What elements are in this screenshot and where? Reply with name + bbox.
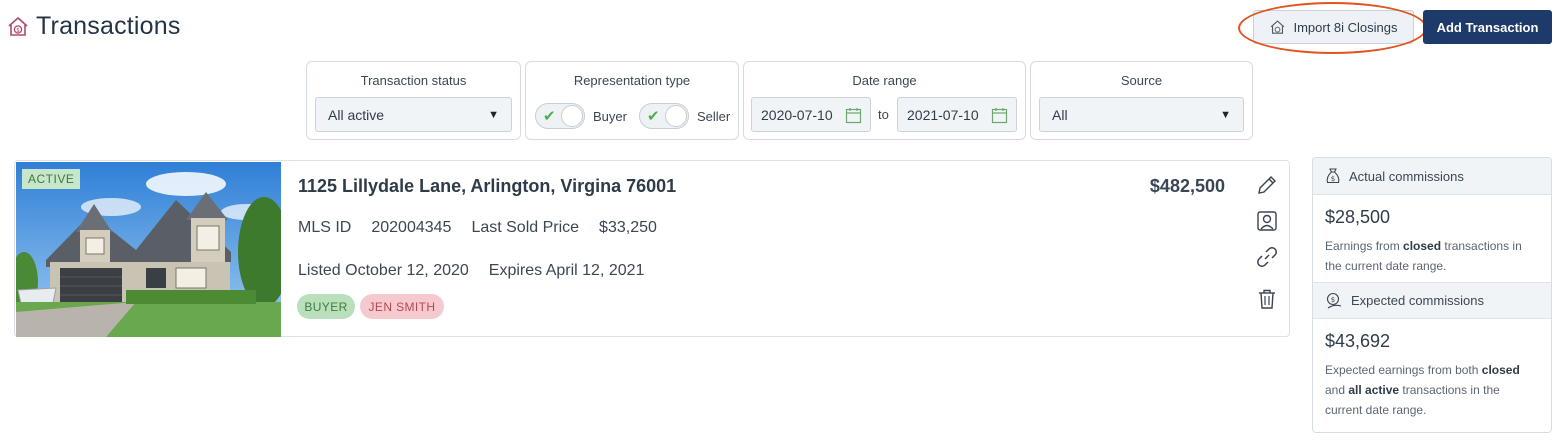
transaction-status-label: Transaction status — [360, 73, 467, 88]
trash-icon[interactable] — [1255, 287, 1279, 311]
source-filter: Source All ▼ — [1030, 61, 1253, 140]
actual-commissions-description: Earnings from closed transactions in the… — [1313, 228, 1551, 282]
house-dollar-icon: $ — [8, 16, 28, 36]
date-to-input[interactable]: 2021-07-10 — [897, 97, 1017, 132]
mls-label: MLS ID — [298, 219, 352, 236]
caret-down-icon: ▼ — [488, 109, 499, 121]
listed-date: Listed October 12, 2020 — [298, 262, 469, 279]
expected-commissions-description: Expected earnings from both closed and a… — [1313, 352, 1551, 420]
desc-text: Expected earnings from both — [1325, 363, 1482, 377]
add-transaction-button[interactable]: Add Transaction — [1423, 10, 1552, 44]
link-icon[interactable] — [1255, 245, 1279, 269]
last-sold-label: Last Sold Price — [471, 219, 580, 236]
transaction-status-filter: Transaction status All active ▼ — [306, 61, 521, 140]
source-label: Source — [1120, 73, 1163, 88]
actual-commissions-header: $ Actual commissions — [1313, 158, 1551, 195]
agent-chip: JEN SMITH — [360, 294, 444, 319]
toggle-knob — [561, 105, 583, 127]
date-from-value: 2020-07-10 — [761, 106, 833, 123]
caret-down-icon: ▼ — [1220, 109, 1231, 121]
desc-text: and — [1325, 383, 1349, 397]
import-closings-button[interactable]: Import 8i Closings — [1253, 10, 1414, 44]
date-range-filter: Date range 2020-07-10 to 2021-07-10 — [743, 61, 1026, 140]
seller-toggle-label: Seller — [697, 108, 731, 124]
property-price: $482,500 — [1149, 176, 1225, 196]
date-to-value: 2021-07-10 — [907, 106, 979, 123]
buyer-toggle-group: ✔ Buyer — [535, 103, 627, 129]
expected-commissions-header: $ Expected commissions — [1313, 282, 1551, 319]
desc-bold: all active — [1348, 383, 1400, 397]
actual-commissions-title: Actual commissions — [1349, 168, 1464, 184]
mls-id: 202004345 — [371, 219, 452, 236]
expected-commissions-amount: $43,692 — [1325, 331, 1391, 351]
actual-commissions-amount: $28,500 — [1325, 207, 1391, 227]
desc-bold: closed — [1481, 363, 1520, 377]
page-title: Transactions — [36, 12, 181, 40]
expected-commissions-title: Expected commissions — [1351, 293, 1484, 308]
check-icon: ✔ — [647, 108, 660, 125]
date-to-separator: to — [878, 107, 889, 122]
page-header: $ Transactions — [6, 12, 181, 41]
buyer-toggle[interactable]: ✔ — [535, 103, 585, 129]
money-bag-icon: $ — [1326, 168, 1340, 184]
expires-date: Expires April 12, 2021 — [488, 262, 645, 279]
edit-pencil-icon[interactable] — [1255, 173, 1279, 197]
commissions-panel: $ Actual commissions $28,500 Earnings fr… — [1312, 157, 1552, 433]
desc-bold: closed — [1403, 239, 1442, 253]
source-select[interactable]: All ▼ — [1039, 97, 1244, 132]
calendar-icon[interactable] — [991, 107, 1008, 124]
date-range-label: Date range — [852, 73, 917, 88]
desc-text: Earnings from — [1325, 239, 1404, 253]
property-photo: ACTIVE — [16, 162, 281, 337]
buyer-chip: BUYER — [297, 294, 355, 319]
calendar-icon[interactable] — [845, 107, 862, 124]
transaction-status-value: All active — [328, 106, 385, 123]
svg-text:$: $ — [1331, 175, 1335, 183]
hand-coin-icon: $ — [1326, 292, 1342, 308]
transaction-card[interactable]: ACTIVE 1125 Lillydale Lane, Arlington, V… — [14, 160, 1290, 337]
date-from-input[interactable]: 2020-07-10 — [751, 97, 871, 132]
contact-person-icon[interactable] — [1255, 209, 1279, 233]
svg-text:$: $ — [16, 27, 20, 34]
status-badge: ACTIVE — [22, 169, 81, 189]
representation-type-label: Representation type — [573, 73, 691, 88]
mls-row: MLS ID 202004345 Last Sold Price $33,250 — [298, 219, 677, 237]
transaction-status-select[interactable]: All active ▼ — [315, 97, 512, 132]
svg-text:$: $ — [1331, 296, 1335, 304]
house-dollar-icon — [1271, 19, 1285, 34]
check-icon: ✔ — [543, 108, 556, 125]
representation-type-filter: Representation type ✔ Buyer ✔ Seller — [525, 61, 739, 140]
buyer-toggle-label: Buyer — [593, 108, 627, 124]
property-address[interactable]: 1125 Lillydale Lane, Arlington, Virgina … — [298, 176, 676, 197]
seller-toggle[interactable]: ✔ — [639, 103, 689, 129]
last-sold-price: $33,250 — [599, 219, 657, 236]
seller-toggle-group: ✔ Seller — [639, 103, 730, 129]
toggle-knob — [665, 105, 687, 127]
import-closings-label: Import 8i Closings — [1293, 19, 1398, 35]
dates-row: Listed October 12, 2020 Expires April 12… — [298, 262, 664, 280]
source-value: All — [1052, 106, 1068, 123]
